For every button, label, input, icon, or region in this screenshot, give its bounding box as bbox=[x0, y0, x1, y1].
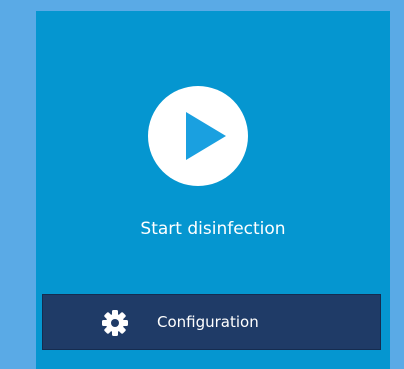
play-button-circle[interactable] bbox=[148, 86, 248, 186]
app-frame: Start disinfection Configuration bbox=[0, 0, 404, 369]
play-icon bbox=[186, 112, 226, 160]
gear-icon bbox=[101, 309, 129, 337]
configuration-label: Configuration bbox=[157, 313, 259, 331]
configuration-button[interactable]: Configuration bbox=[42, 294, 381, 350]
start-disinfection-label: Start disinfection bbox=[140, 219, 286, 239]
start-disinfection-button[interactable]: Start disinfection bbox=[36, 11, 390, 286]
main-panel: Start disinfection Configuration bbox=[36, 11, 390, 369]
